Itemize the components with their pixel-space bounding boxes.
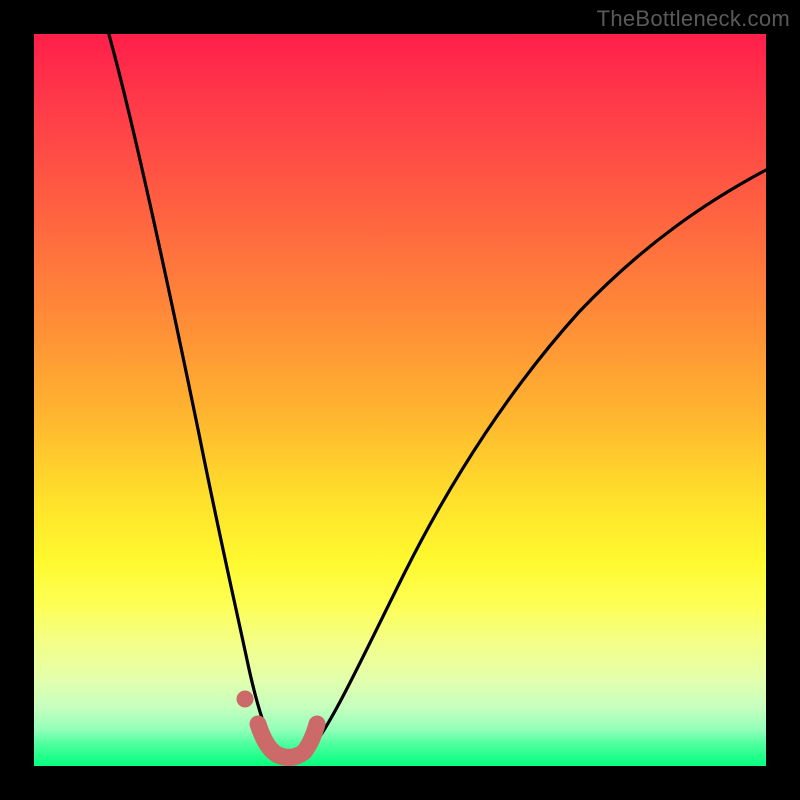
curves-svg — [34, 34, 766, 766]
curve-left-arm — [106, 24, 296, 761]
chart-frame: TheBottleneck.com — [0, 0, 800, 800]
plot-area — [34, 34, 766, 766]
marker-dot — [237, 691, 254, 708]
marker-basin — [258, 724, 317, 757]
curve-right-arm — [277, 170, 766, 759]
watermark-text: TheBottleneck.com — [597, 6, 790, 32]
